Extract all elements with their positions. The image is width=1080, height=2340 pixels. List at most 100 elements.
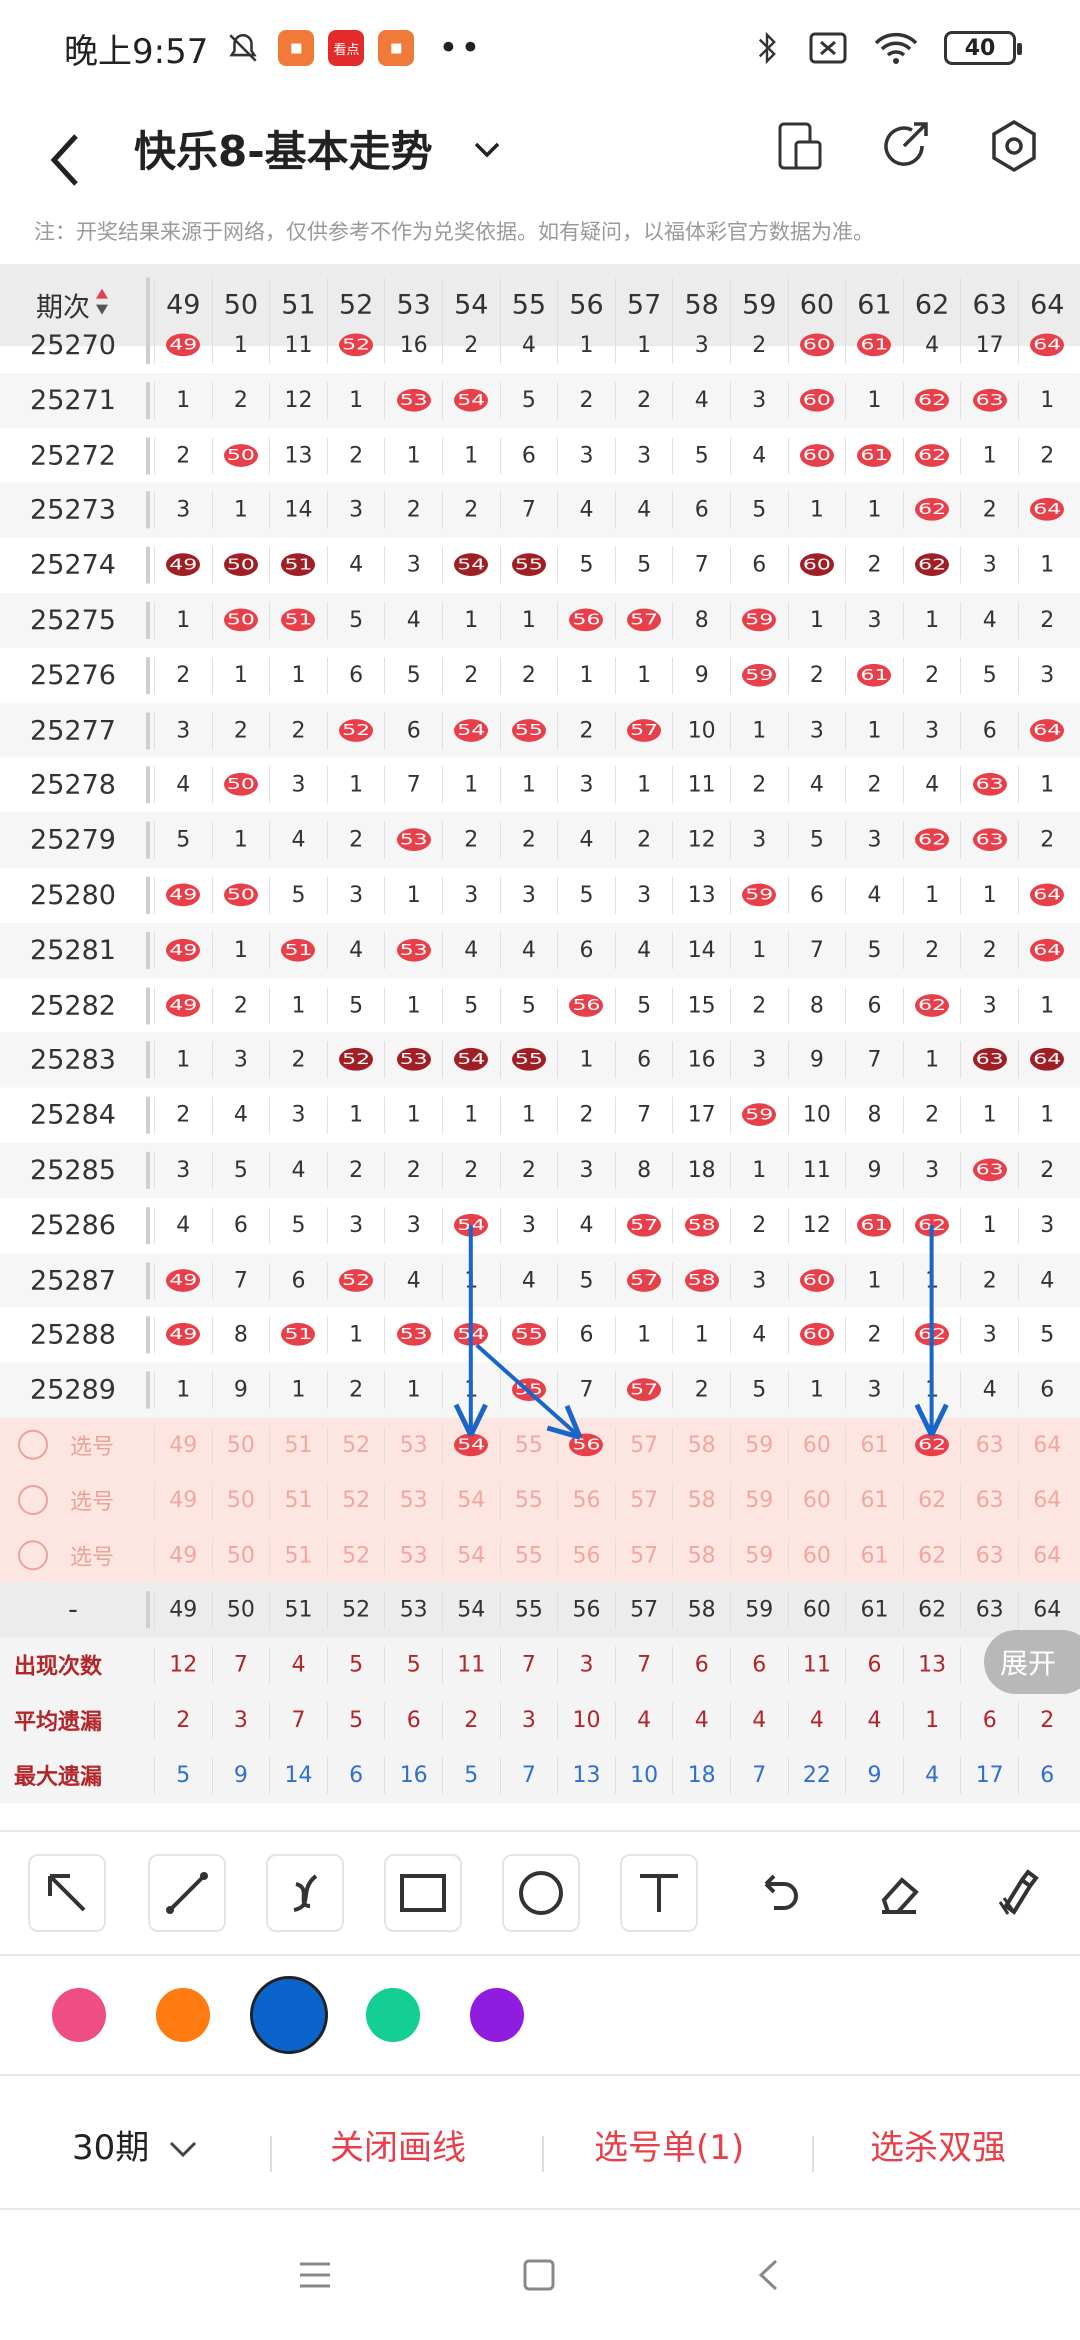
pick-cell[interactable]: 59: [730, 1536, 788, 1574]
pick-number[interactable]: 53: [400, 1433, 428, 1458]
close-drawing-button[interactable]: 关闭画线: [330, 2120, 466, 2169]
curve-tool-button[interactable]: [266, 1854, 344, 1932]
pick-number[interactable]: 59: [745, 1543, 773, 1568]
pick-row[interactable]: 选号 49 50 51 52 53 54 55 56 57 58 59 60 61 62 63 64: [0, 1527, 1080, 1583]
pick-cell[interactable]: 51: [269, 1536, 327, 1574]
selected-number-ball[interactable]: 54: [454, 1433, 489, 1457]
chevron-down-icon[interactable]: [470, 132, 504, 166]
pick-radio[interactable]: [18, 1429, 48, 1460]
pick-number[interactable]: 61: [860, 1488, 888, 1513]
pick-number[interactable]: 50: [227, 1488, 255, 1513]
pick-cell[interactable]: 52: [326, 1426, 385, 1464]
pick-cell[interactable]: 62: [902, 1426, 961, 1464]
pick-number[interactable]: 58: [688, 1433, 716, 1458]
pick-cell[interactable]: 57: [614, 1481, 673, 1519]
pick-cell[interactable]: 57: [614, 1536, 673, 1574]
pick-number[interactable]: 51: [284, 1433, 312, 1458]
pick-cell[interactable]: 51: [269, 1481, 327, 1519]
select-arrow-tool-button[interactable]: [28, 1854, 106, 1932]
pick-number[interactable]: 60: [803, 1543, 831, 1568]
selected-number-ball[interactable]: 62: [915, 1433, 950, 1457]
period-selector[interactable]: 30期: [72, 2120, 198, 2169]
pick-cell[interactable]: 54: [442, 1426, 500, 1464]
selected-number-ball[interactable]: 56: [569, 1433, 604, 1457]
pick-cell[interactable]: 62: [902, 1536, 961, 1574]
pick-cell[interactable]: 57: [614, 1426, 673, 1464]
pick-number[interactable]: 57: [630, 1488, 658, 1513]
expand-button[interactable]: 展开: [984, 1630, 1080, 1694]
pick-cell[interactable]: 63: [960, 1536, 1018, 1574]
pick-number[interactable]: 55: [515, 1433, 543, 1458]
pick-number[interactable]: 56: [572, 1543, 600, 1568]
color-swatch[interactable]: [366, 1988, 420, 2042]
pick-cell[interactable]: 64: [1018, 1536, 1076, 1574]
rectangle-tool-button[interactable]: [384, 1854, 462, 1932]
line-tool-button[interactable]: [148, 1854, 226, 1932]
page-title[interactable]: 快乐8-基本走势: [134, 118, 433, 179]
pick-cell[interactable]: 53: [384, 1426, 442, 1464]
pick-cell[interactable]: 56: [557, 1426, 615, 1464]
pick-number[interactable]: 52: [342, 1433, 370, 1458]
pick-number[interactable]: 53: [400, 1543, 428, 1568]
pick-number[interactable]: 62: [918, 1488, 946, 1513]
circle-tool-button[interactable]: [502, 1854, 580, 1932]
pick-number[interactable]: 49: [169, 1543, 197, 1568]
pick-cell[interactable]: 49: [154, 1481, 212, 1519]
text-tool-button[interactable]: [620, 1854, 698, 1932]
pick-cell[interactable]: 56: [557, 1536, 615, 1574]
pick-cell[interactable]: 52: [326, 1481, 385, 1519]
pick-cell[interactable]: 63: [960, 1481, 1018, 1519]
pick-radio[interactable]: [18, 1539, 48, 1570]
pick-cell[interactable]: 58: [672, 1536, 730, 1574]
pick-cell[interactable]: 54: [442, 1536, 500, 1574]
color-swatch[interactable]: [52, 1988, 106, 2042]
pick-number[interactable]: 54: [457, 1488, 485, 1513]
eraser-tool-button[interactable]: [860, 1854, 938, 1932]
pick-cell[interactable]: 64: [1018, 1426, 1076, 1464]
share-icon[interactable]: [874, 116, 934, 176]
pick-number[interactable]: 58: [688, 1543, 716, 1568]
pick-cell[interactable]: 61: [845, 1536, 903, 1574]
pick-cell[interactable]: 55: [499, 1426, 558, 1464]
color-swatch[interactable]: [156, 1988, 210, 2042]
pick-cell[interactable]: 49: [154, 1536, 212, 1574]
pick-cell[interactable]: 53: [384, 1481, 442, 1519]
color-swatch[interactable]: [470, 1988, 524, 2042]
pick-number[interactable]: 59: [745, 1433, 773, 1458]
pick-number[interactable]: 58: [688, 1488, 716, 1513]
pick-number[interactable]: 49: [169, 1488, 197, 1513]
pick-number[interactable]: 50: [227, 1543, 255, 1568]
pick-cell[interactable]: 56: [557, 1481, 615, 1519]
pick-cell[interactable]: 55: [499, 1536, 558, 1574]
pick-radio[interactable]: [18, 1484, 48, 1515]
pick-cell[interactable]: 58: [672, 1481, 730, 1519]
pick-cell[interactable]: 59: [730, 1481, 788, 1519]
pick-number[interactable]: 61: [860, 1433, 888, 1458]
pick-cell[interactable]: 53: [384, 1536, 442, 1574]
pick-list-button[interactable]: 选号单(1): [594, 2120, 744, 2169]
pick-number[interactable]: 59: [745, 1488, 773, 1513]
pick-number[interactable]: 62: [918, 1543, 946, 1568]
pick-number[interactable]: 64: [1033, 1433, 1061, 1458]
back-icon[interactable]: [756, 2258, 780, 2292]
pick-number[interactable]: 55: [515, 1488, 543, 1513]
pick-number[interactable]: 54: [457, 1543, 485, 1568]
color-swatch[interactable]: [250, 1976, 328, 2054]
kill-select-button[interactable]: 选杀双强: [870, 2120, 1006, 2169]
pick-cell[interactable]: 51: [269, 1426, 327, 1464]
pick-cell[interactable]: 60: [787, 1426, 846, 1464]
pick-number[interactable]: 64: [1033, 1543, 1061, 1568]
pick-cell[interactable]: 60: [787, 1481, 846, 1519]
pick-number[interactable]: 60: [803, 1433, 831, 1458]
back-arrow-icon[interactable]: [46, 130, 86, 190]
pick-number[interactable]: 63: [976, 1488, 1004, 1513]
pick-number[interactable]: 57: [630, 1543, 658, 1568]
pick-cell[interactable]: 50: [211, 1481, 270, 1519]
pick-cell[interactable]: 52: [326, 1536, 385, 1574]
pick-cell[interactable]: 49: [154, 1426, 212, 1464]
pick-cell[interactable]: 54: [442, 1481, 500, 1519]
pick-cell[interactable]: 62: [902, 1481, 961, 1519]
pick-number[interactable]: 49: [169, 1433, 197, 1458]
pick-number[interactable]: 51: [284, 1543, 312, 1568]
pick-cell[interactable]: 55: [499, 1481, 558, 1519]
